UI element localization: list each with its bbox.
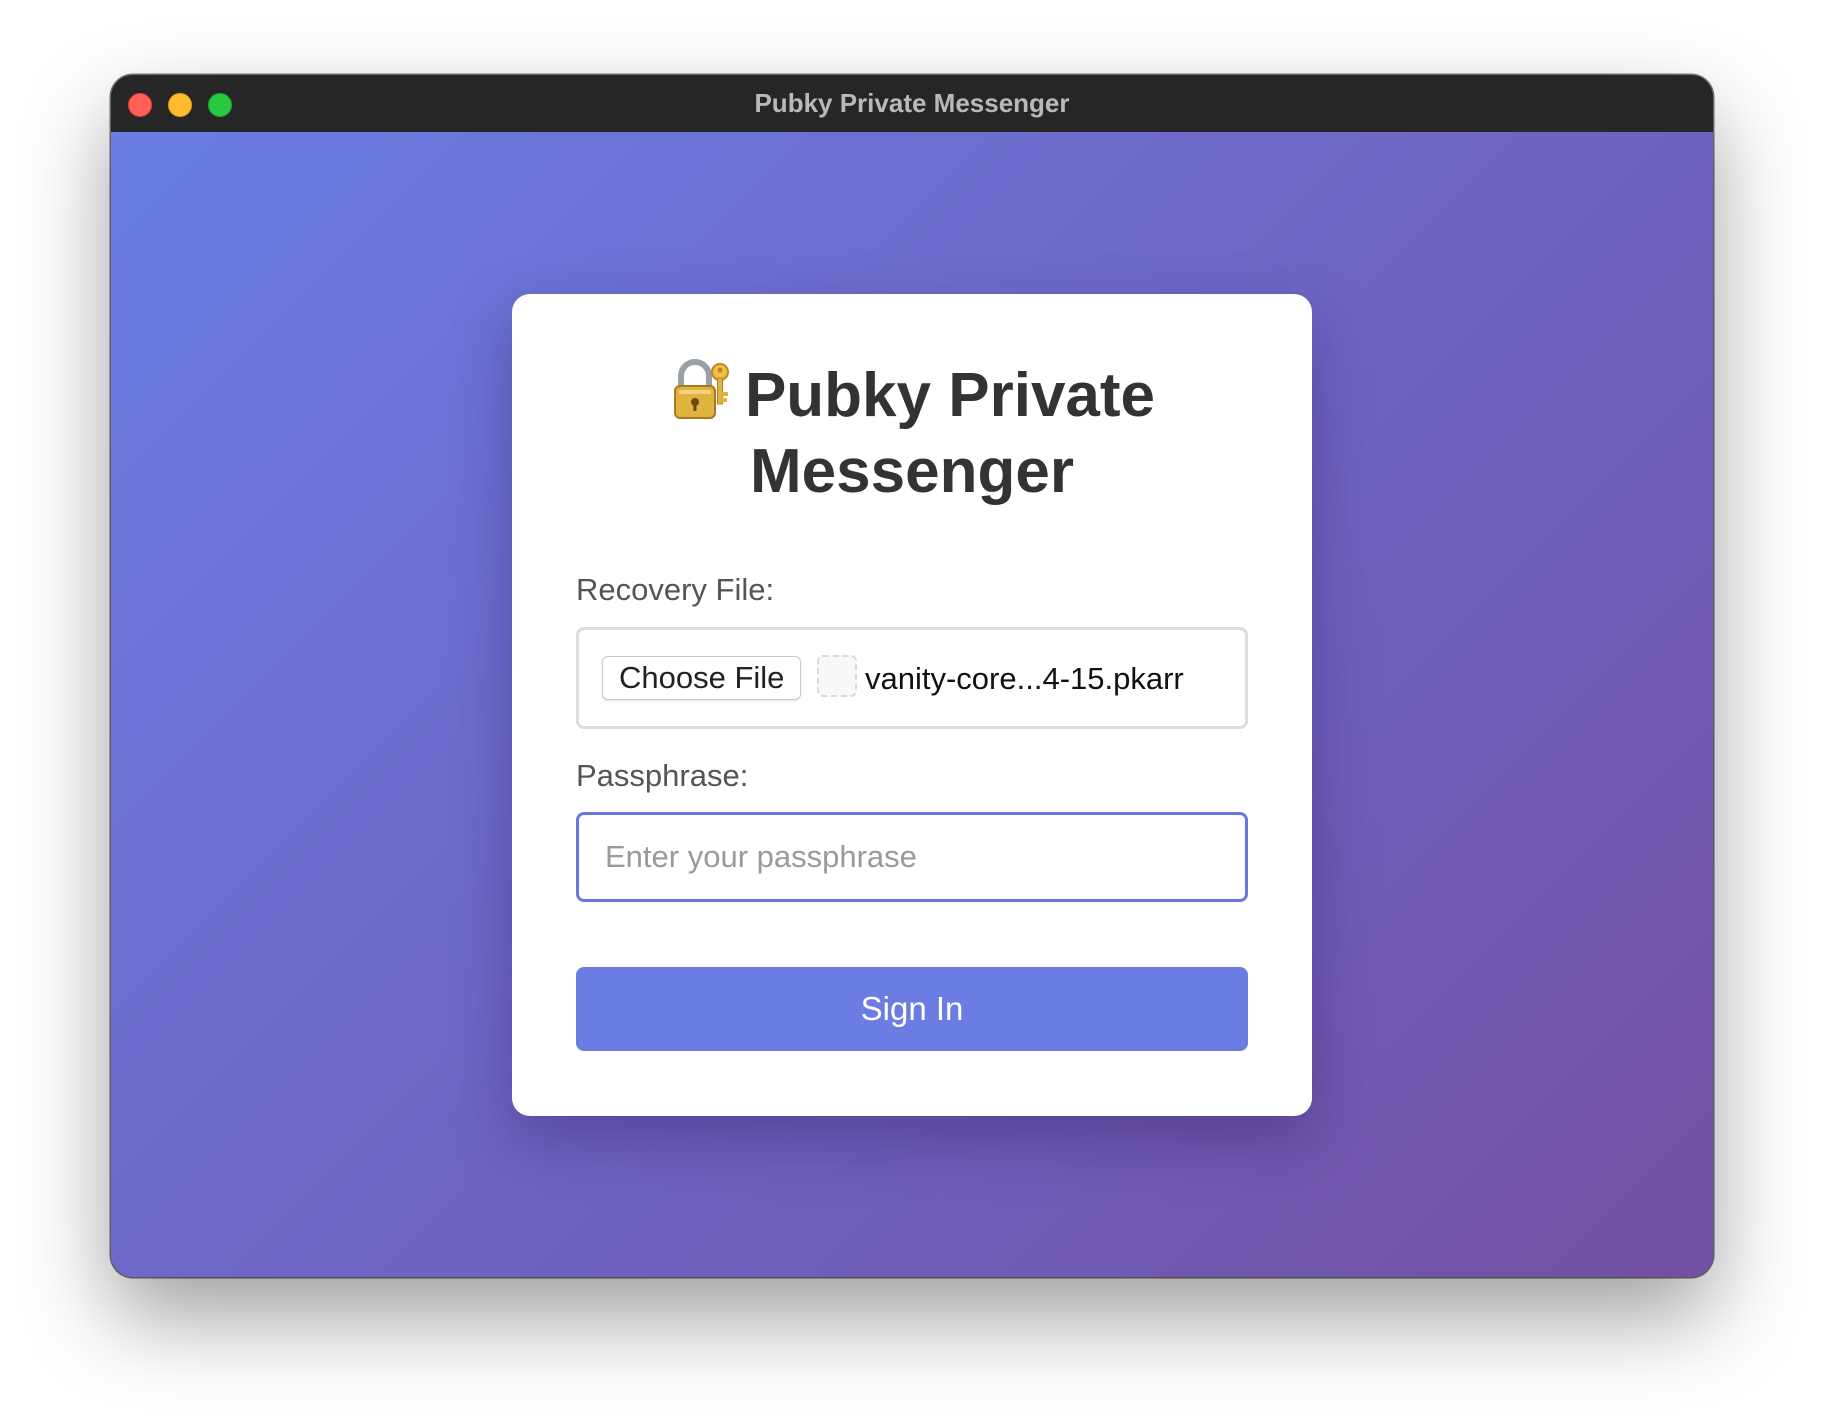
window-title: Pubky Private Messenger (754, 88, 1070, 118)
app-content: Pubky Private Messenger Recovery File: C… (111, 132, 1713, 1277)
recovery-file-label: Recovery File: (576, 572, 775, 607)
file-thumbnail-icon (817, 655, 857, 697)
title-text: Pubky Private Messenger (744, 361, 1156, 506)
sign-in-button[interactable]: Sign In (576, 967, 1248, 1051)
page-title: Pubky Private Messenger (512, 358, 1312, 510)
title-bar[interactable]: Pubky Private Messenger (111, 75, 1713, 133)
selected-file-name: vanity-core...4-15.pkarr (865, 661, 1184, 696)
passphrase-input[interactable] (576, 812, 1248, 902)
app-window: Pubky Private Messenger Pubky Private Me… (111, 75, 1713, 1277)
login-card: Pubky Private Messenger Recovery File: C… (512, 294, 1312, 1116)
passphrase-label: Passphrase: (576, 758, 749, 793)
lock-with-key-icon (673, 359, 729, 419)
choose-file-button[interactable]: Choose File (602, 656, 802, 700)
recovery-file-input[interactable]: Choose File vanity-core...4-15.pkarr (576, 627, 1248, 729)
